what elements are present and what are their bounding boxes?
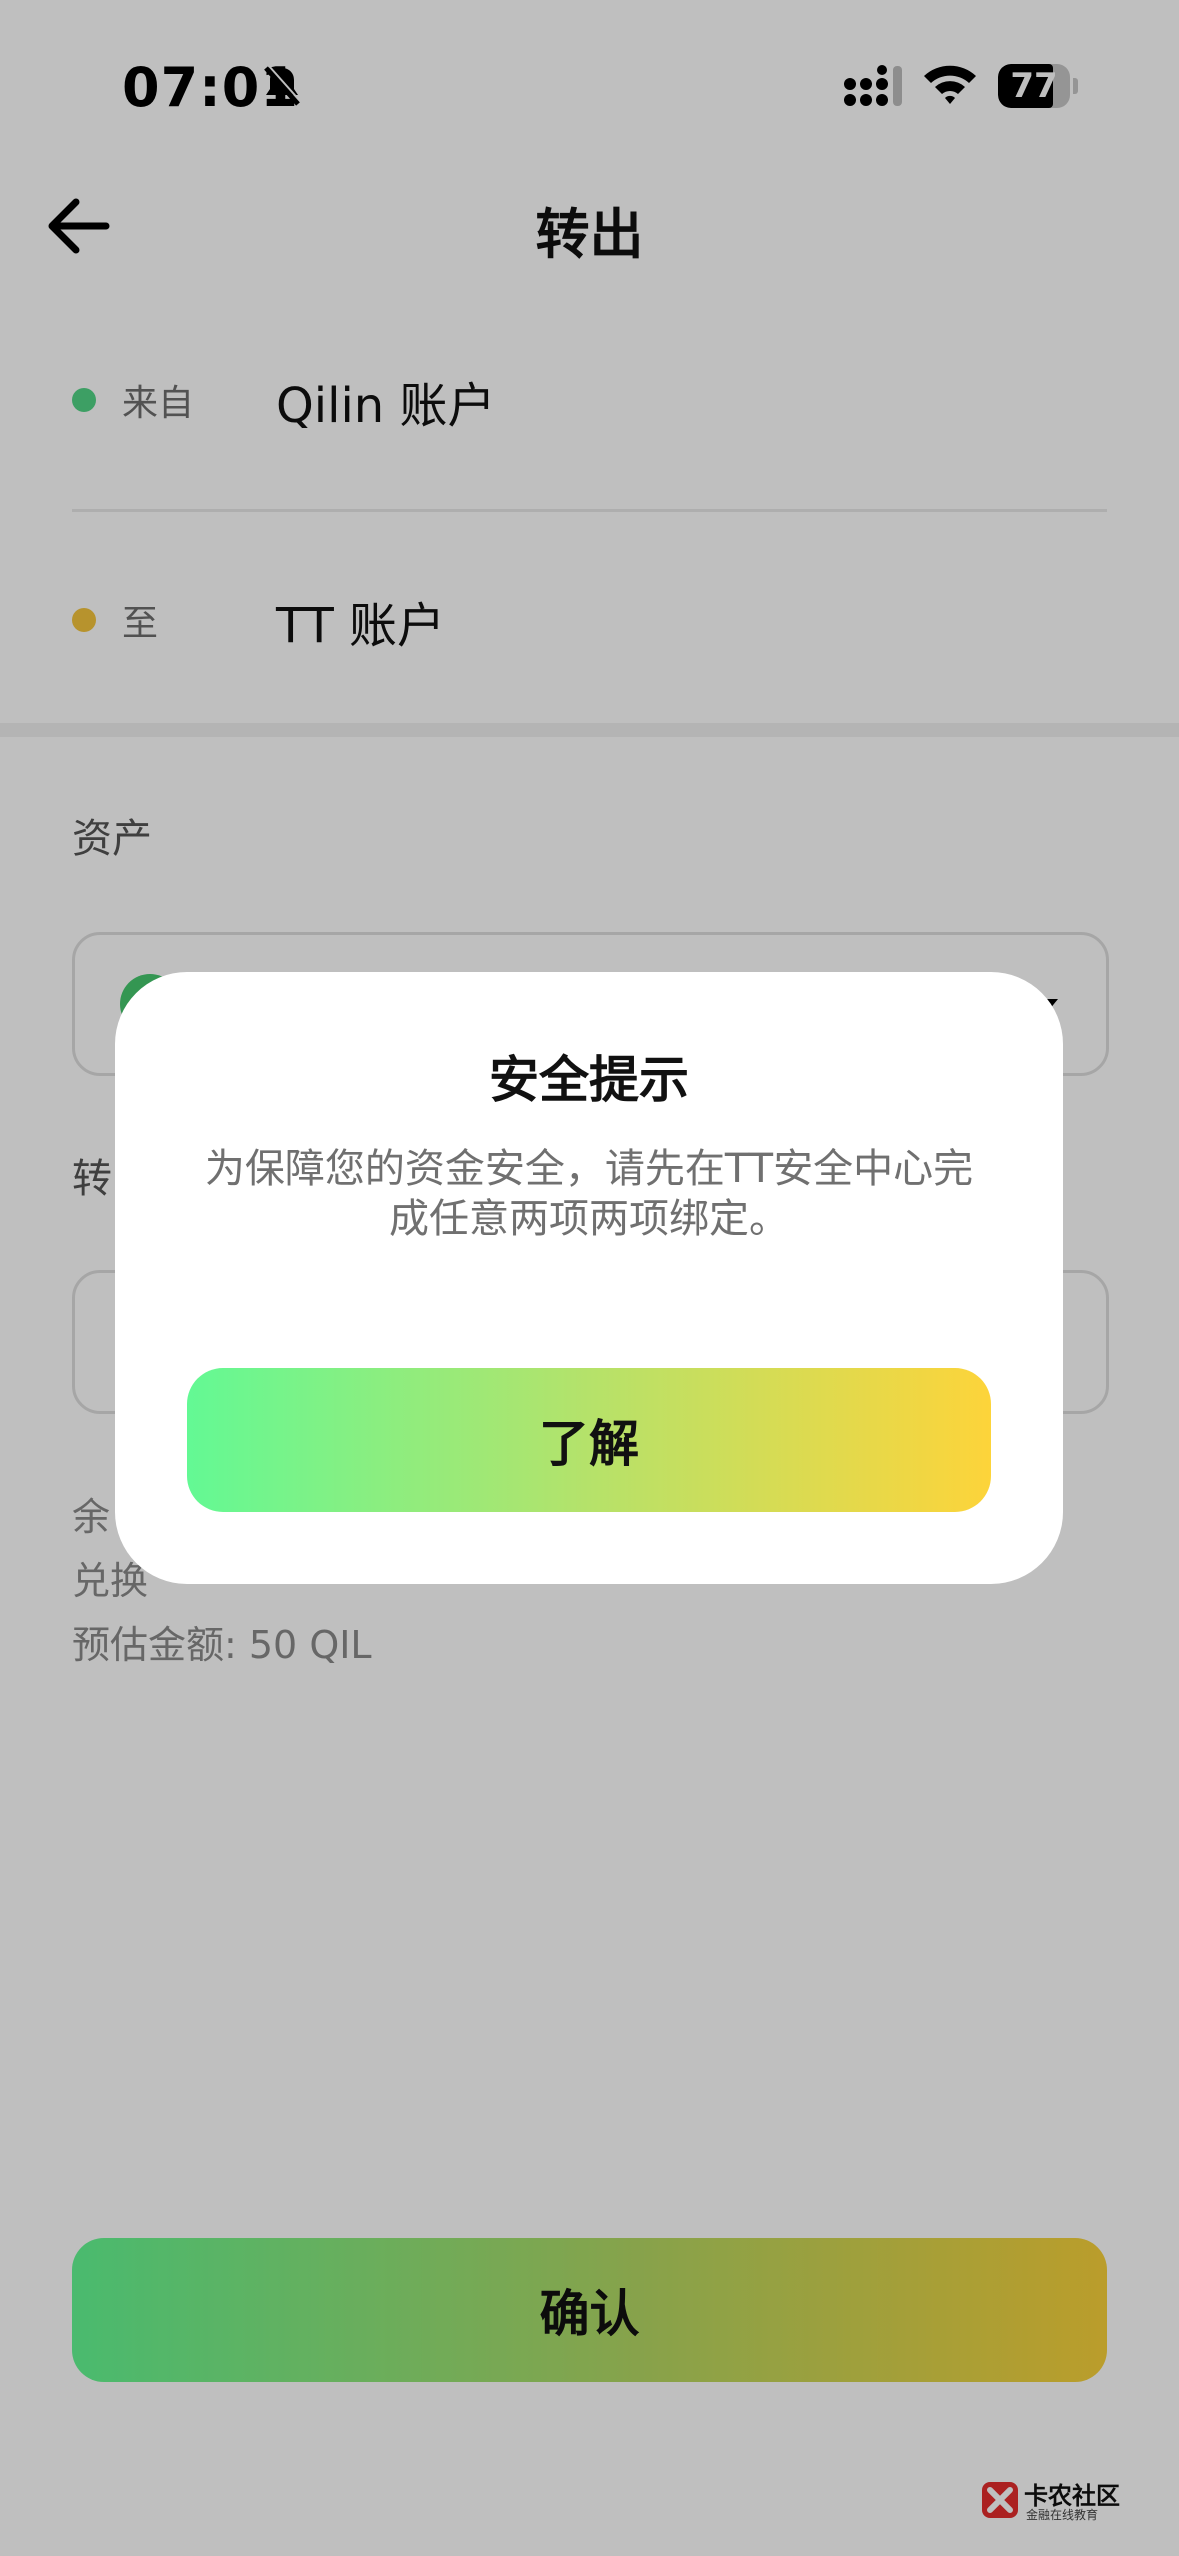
understand-button[interactable]: 了解 xyxy=(187,1368,991,1512)
dialog-message-line-1: 为保障您的资金安全，请先在TT安全中心完 xyxy=(204,1146,974,1192)
security-tip-dialog: 安全提示 为保障您的资金安全，请先在TT安全中心完 成任意两项两项绑定。 了解 xyxy=(115,972,1063,1584)
dialog-message: 为保障您的资金安全，请先在TT安全中心完 成任意两项两项绑定。 xyxy=(179,1144,999,1244)
dialog-title: 安全提示 xyxy=(489,1051,689,1109)
dialog-message-line-2: 成任意两项两项绑定。 xyxy=(389,1196,789,1242)
